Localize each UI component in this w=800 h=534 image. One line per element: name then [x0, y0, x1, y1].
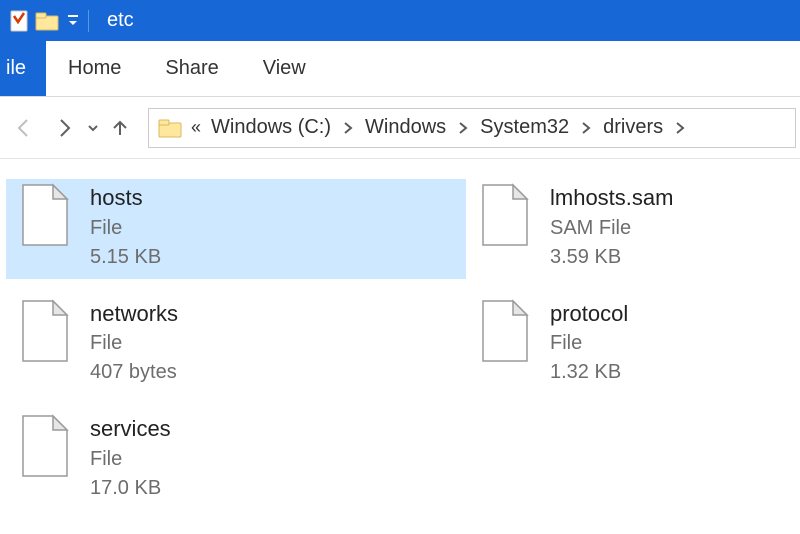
file-size: 5.15 KB [90, 244, 161, 271]
file-meta: networksFile407 bytes [90, 299, 178, 387]
file-meta: servicesFile17.0 KB [90, 414, 171, 502]
properties-qat-icon[interactable] [8, 9, 30, 33]
file-meta: hostsFile5.15 KB [90, 183, 161, 271]
file-name: protocol [550, 299, 628, 329]
file-item[interactable]: protocolFile1.32 KB [466, 295, 786, 395]
chevron-right-icon[interactable] [458, 121, 468, 135]
tab-view[interactable]: View [241, 41, 328, 96]
window-title: etc [107, 9, 134, 32]
qat-dropdown-icon[interactable] [66, 13, 80, 29]
file-name: hosts [90, 183, 161, 213]
nav-back-button[interactable] [6, 110, 42, 146]
file-meta: lmhosts.samSAM File3.59 KB [550, 183, 673, 271]
folder-qat-icon[interactable] [34, 10, 60, 32]
nav-up-button[interactable] [102, 110, 138, 146]
file-size: 1.32 KB [550, 359, 628, 386]
file-icon [474, 299, 536, 369]
file-type: File [90, 446, 171, 473]
file-name: networks [90, 299, 178, 329]
addressbar-folder-icon [157, 117, 183, 139]
file-item[interactable]: servicesFile17.0 KB [6, 410, 466, 510]
titlebar-divider [88, 10, 89, 32]
file-item[interactable]: networksFile407 bytes [6, 295, 466, 395]
tab-share[interactable]: Share [143, 41, 240, 96]
address-bar[interactable]: « Windows (C:) Windows System32 drivers [148, 108, 796, 148]
file-size: 3.59 KB [550, 244, 673, 271]
file-size: 17.0 KB [90, 475, 171, 502]
file-size: 407 bytes [90, 359, 178, 386]
nav-forward-button[interactable] [46, 110, 82, 146]
file-icon [14, 183, 76, 253]
chevron-right-icon[interactable] [343, 121, 353, 135]
breadcrumb[interactable]: Windows (C:) [209, 116, 333, 139]
chevron-right-icon[interactable] [675, 121, 685, 135]
tab-label: Home [68, 57, 121, 80]
breadcrumb[interactable]: Windows [363, 116, 448, 139]
breadcrumb[interactable]: System32 [478, 116, 571, 139]
tab-label: ile [6, 57, 26, 80]
file-icon [14, 414, 76, 484]
nav-history-dropdown[interactable] [84, 121, 102, 135]
file-type: File [550, 330, 628, 357]
tab-file[interactable]: ile [0, 41, 46, 96]
tab-label: View [263, 57, 306, 80]
ribbon-tabs: ile Home Share View [0, 41, 800, 97]
file-list: hostsFile5.15 KBlmhosts.samSAM File3.59 … [6, 179, 794, 526]
tab-label: Share [165, 57, 218, 80]
file-icon [474, 183, 536, 253]
file-name: lmhosts.sam [550, 183, 673, 213]
file-list-pane: hostsFile5.15 KBlmhosts.samSAM File3.59 … [0, 159, 800, 534]
file-name: services [90, 414, 171, 444]
file-icon [14, 299, 76, 369]
tab-home[interactable]: Home [46, 41, 143, 96]
file-type: File [90, 330, 178, 357]
breadcrumb[interactable]: drivers [601, 116, 665, 139]
file-type: File [90, 215, 161, 242]
file-item[interactable]: hostsFile5.15 KB [6, 179, 466, 279]
breadcrumb-overflow[interactable]: « [191, 117, 201, 138]
window-titlebar: etc [0, 0, 800, 41]
file-meta: protocolFile1.32 KB [550, 299, 628, 387]
file-item[interactable]: lmhosts.samSAM File3.59 KB [466, 179, 786, 279]
addressbar-row: « Windows (C:) Windows System32 drivers [0, 97, 800, 159]
file-type: SAM File [550, 215, 673, 242]
chevron-right-icon[interactable] [581, 121, 591, 135]
